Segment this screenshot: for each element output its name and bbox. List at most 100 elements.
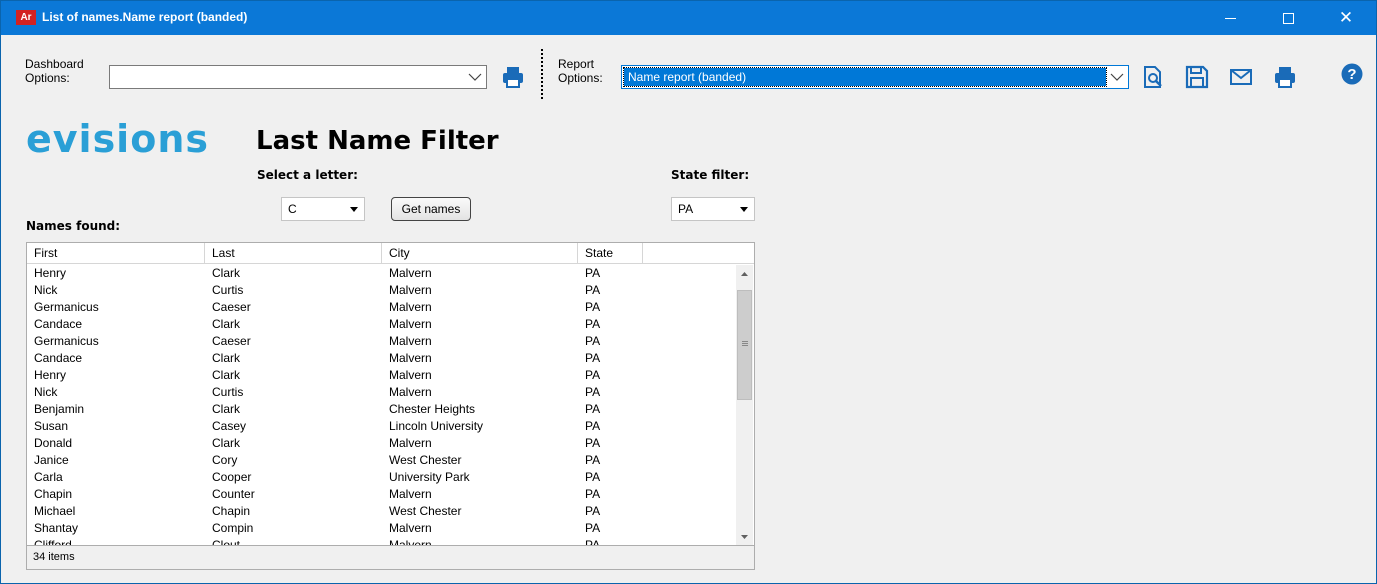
cell-first: Nick: [34, 385, 58, 399]
table-row[interactable]: Henry Clark Malvern PA: [27, 367, 737, 384]
cell-state: PA: [585, 283, 601, 297]
cell-state: PA: [585, 334, 601, 348]
cell-first: Janice: [34, 453, 69, 467]
report-print-icon[interactable]: [1273, 65, 1297, 89]
column-header-state[interactable]: State: [578, 243, 643, 264]
names-table[interactable]: First Last City State Henry Clark Malvern P…: [26, 242, 755, 546]
dropdown-arrow-icon: [740, 207, 748, 212]
cell-state: PA: [585, 368, 601, 382]
table-row[interactable]: Candace Clark Malvern PA: [27, 350, 737, 367]
cell-first: Nick: [34, 283, 58, 297]
column-header-first[interactable]: First: [27, 243, 205, 264]
minimize-button[interactable]: [1207, 1, 1253, 35]
state-filter-label: State filter:: [671, 168, 750, 182]
cell-last: Clark: [212, 351, 241, 365]
close-icon: ✕: [1338, 8, 1354, 27]
report-options-label: Report Options:: [558, 57, 603, 85]
table-row[interactable]: Chapin Counter Malvern PA: [27, 486, 737, 503]
scroll-down-icon[interactable]: [736, 529, 753, 546]
table-row[interactable]: Henry Clark Malvern PA: [27, 265, 737, 282]
cell-first: Michael: [34, 504, 76, 518]
cell-last: Clark: [212, 436, 241, 450]
app-icon: Ar: [16, 10, 36, 25]
table-row[interactable]: Germanicus Caeser Malvern PA: [27, 299, 737, 316]
scroll-grip-icon: [742, 341, 748, 342]
maximize-button[interactable]: [1265, 1, 1311, 35]
cell-last: Caeser: [212, 334, 251, 348]
title-bar: Ar List of names.Name report (banded) ✕: [1, 1, 1376, 35]
report-options-value: Name report (banded): [623, 67, 1107, 87]
cell-first: Carla: [34, 470, 63, 484]
cell-city: Malvern: [389, 351, 432, 365]
cell-city: Malvern: [389, 300, 432, 314]
cell-state: PA: [585, 402, 601, 416]
cell-last: Casey: [212, 419, 247, 433]
dashboard-options-select[interactable]: [109, 65, 487, 89]
cell-last: Curtis: [212, 385, 244, 399]
email-icon[interactable]: [1229, 65, 1253, 89]
dropdown-arrow-icon: [350, 207, 358, 212]
table-row[interactable]: Nick Curtis Malvern PA: [27, 384, 737, 401]
cell-city: Malvern: [389, 521, 432, 535]
table-row[interactable]: Shantay Compin Malvern PA: [27, 520, 737, 537]
cell-state: PA: [585, 385, 601, 399]
cell-state: PA: [585, 317, 601, 331]
state-select[interactable]: PA: [671, 197, 755, 221]
app-window: Ar List of names.Name report (banded) ✕ …: [0, 0, 1377, 584]
letter-select[interactable]: C: [281, 197, 365, 221]
save-icon[interactable]: [1185, 65, 1209, 89]
cell-city: Malvern: [389, 487, 432, 501]
cell-city: University Park: [389, 470, 470, 484]
cell-last: Clout: [212, 538, 241, 545]
cell-city: Malvern: [389, 368, 432, 382]
dashboard-options-label: Dashboard Options:: [25, 57, 84, 85]
page-title: Last Name Filter: [256, 126, 499, 156]
help-icon[interactable]: ?: [1341, 63, 1363, 85]
cell-first: Henry: [34, 266, 67, 280]
table-row[interactable]: Benjamin Clark Chester Heights PA: [27, 401, 737, 418]
cell-city: Malvern: [389, 538, 432, 545]
column-header-city[interactable]: City: [382, 243, 578, 264]
scroll-up-icon[interactable]: [736, 265, 753, 282]
table-row[interactable]: Carla Cooper University Park PA: [27, 469, 737, 486]
report-options-select[interactable]: Name report (banded): [621, 65, 1129, 89]
svg-text:?: ?: [1347, 66, 1356, 83]
scroll-thumb[interactable]: [737, 290, 752, 400]
cell-city: West Chester: [389, 504, 462, 518]
cell-first: Germanicus: [34, 300, 99, 314]
cell-last: Clark: [212, 317, 241, 331]
table-row[interactable]: Janice Cory West Chester PA: [27, 452, 737, 469]
table-row[interactable]: Nick Curtis Malvern PA: [27, 282, 737, 299]
cell-city: Malvern: [389, 334, 432, 348]
column-header-last[interactable]: Last: [205, 243, 382, 264]
cell-first: Germanicus: [34, 334, 99, 348]
chevron-down-icon: [468, 73, 482, 81]
table-row[interactable]: Susan Casey Lincoln University PA: [27, 418, 737, 435]
cell-first: Candace: [34, 351, 83, 365]
get-names-button[interactable]: Get names: [391, 197, 471, 221]
cell-last: Clark: [212, 368, 241, 382]
table-row[interactable]: Germanicus Caeser Malvern PA: [27, 333, 737, 350]
cell-state: PA: [585, 351, 601, 365]
select-letter-label: Select a letter:: [257, 168, 358, 182]
names-found-label: Names found:: [26, 219, 121, 233]
cell-state: PA: [585, 538, 601, 545]
cell-last: Curtis: [212, 283, 244, 297]
dashboard-print-icon[interactable]: [501, 65, 525, 89]
cell-city: West Chester: [389, 453, 462, 467]
cell-last: Cory: [212, 453, 238, 467]
cell-first: Shantay: [34, 521, 79, 535]
table-row[interactable]: Clifford Clout Malvern PA: [27, 537, 737, 545]
cell-first: Clifford: [34, 538, 72, 545]
cell-first: Henry: [34, 368, 67, 382]
preview-icon[interactable]: [1141, 65, 1165, 89]
close-button[interactable]: ✕: [1323, 1, 1369, 35]
cell-state: PA: [585, 436, 601, 450]
table-row[interactable]: Candace Clark Malvern PA: [27, 316, 737, 333]
state-select-value: PA: [678, 202, 694, 216]
table-scrollbar[interactable]: [736, 265, 753, 546]
cell-last: Cooper: [212, 470, 252, 484]
table-row[interactable]: Donald Clark Malvern PA: [27, 435, 737, 452]
chevron-down-icon: [1110, 73, 1124, 81]
table-row[interactable]: Michael Chapin West Chester PA: [27, 503, 737, 520]
